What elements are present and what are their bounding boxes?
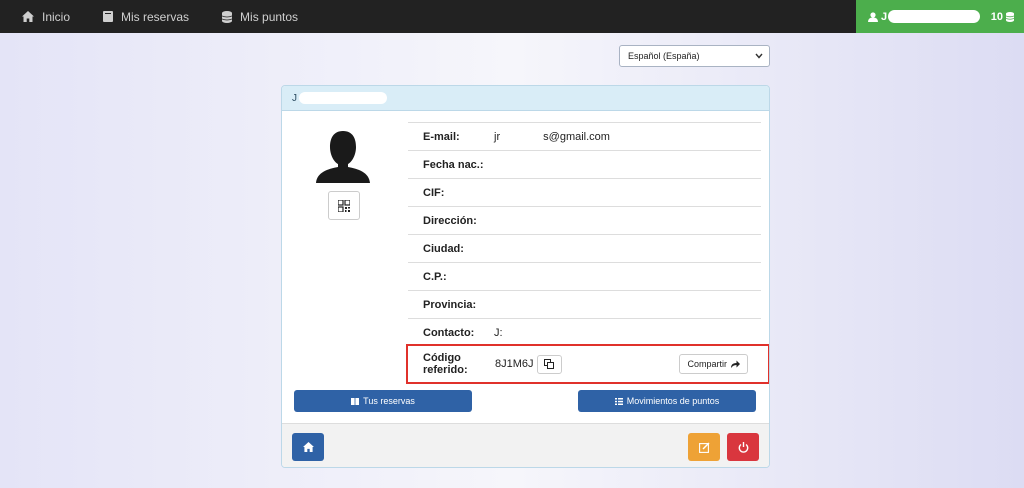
language-selected: Español (España) xyxy=(628,51,700,61)
share-button[interactable]: Compartir xyxy=(679,354,748,374)
nav-points[interactable]: Mis puntos xyxy=(200,0,309,33)
field-label: Ciudad: xyxy=(423,242,464,255)
field-label: E-mail: xyxy=(423,130,460,143)
referral-code: 8J1M6J xyxy=(495,358,534,370)
nav-home-label: Inicio xyxy=(42,9,71,24)
book-icon xyxy=(351,397,360,405)
field-label: C.P.: xyxy=(423,270,447,283)
field-label: Fecha nac.: xyxy=(423,158,484,171)
field-email: E-mail: jr s@gmail.com xyxy=(408,122,761,150)
home-icon xyxy=(302,442,314,452)
copy-icon xyxy=(544,359,555,369)
redacted-profile-name xyxy=(299,92,387,104)
share-label: Compartir xyxy=(687,359,727,369)
field-value: J: xyxy=(494,326,503,339)
user-points-value: 10 xyxy=(990,10,1003,23)
nav-home[interactable]: Inicio xyxy=(0,0,81,33)
home-icon xyxy=(22,11,34,22)
field-birthdate: Fecha nac.: xyxy=(408,150,761,178)
nav-reservations[interactable]: Mis reservas xyxy=(81,0,200,33)
field-value: jr s@gmail.com xyxy=(494,130,610,143)
copy-code-button[interactable] xyxy=(536,354,562,374)
book-icon xyxy=(103,11,114,22)
referral-label: Código referido: xyxy=(423,352,468,376)
field-label: Dirección: xyxy=(423,214,477,227)
nav-reservations-label: Mis reservas xyxy=(121,9,190,24)
home-button[interactable] xyxy=(292,433,324,461)
user-menu[interactable]: J 10 xyxy=(856,0,1024,33)
field-label: Contacto: xyxy=(423,326,475,339)
language-select[interactable]: Español (España) xyxy=(619,45,770,67)
redacted-username xyxy=(888,10,981,23)
user-icon xyxy=(868,11,878,22)
field-city: Ciudad: xyxy=(408,234,761,262)
profile-info-table: E-mail: jr s@gmail.com Fecha nac.: CIF: … xyxy=(408,122,761,346)
qr-code-button[interactable] xyxy=(328,191,360,220)
list-icon xyxy=(614,397,623,405)
coins-icon xyxy=(1006,11,1014,22)
my-reservations-button[interactable]: Tus reservas xyxy=(294,390,472,412)
my-reservations-label: Tus reservas xyxy=(363,396,415,406)
avatar xyxy=(316,131,370,183)
profile-panel: J E-mail: jr s@gmail.com Fecha nac.: CIF… xyxy=(281,85,770,468)
chevron-down-icon xyxy=(755,53,763,59)
panel-footer xyxy=(282,423,769,467)
coins-icon xyxy=(222,10,233,23)
profile-name-initial: J xyxy=(292,92,297,104)
top-navbar: Inicio Mis reservas Mis puntos J 10 xyxy=(0,0,1024,33)
user-initial: J xyxy=(881,10,888,23)
nav-points-label: Mis puntos xyxy=(240,9,299,24)
field-address: Dirección: xyxy=(408,206,761,234)
share-arrow-icon xyxy=(731,360,740,368)
field-postal-code: C.P.: xyxy=(408,262,761,290)
field-cif: CIF: xyxy=(408,178,761,206)
field-province: Provincia: xyxy=(408,290,761,318)
power-icon xyxy=(738,441,748,453)
user-points: 10 xyxy=(991,0,1014,33)
edit-icon xyxy=(698,442,709,453)
logout-button[interactable] xyxy=(727,433,759,461)
profile-panel-header: J xyxy=(282,86,769,111)
referral-code-row: Código referido: 8J1M6J Compartir xyxy=(406,344,769,384)
field-label: CIF: xyxy=(423,186,445,199)
points-movements-button[interactable]: Movimientos de puntos xyxy=(578,390,756,412)
field-label: Provincia: xyxy=(423,298,477,311)
edit-profile-button[interactable] xyxy=(688,433,720,461)
field-contact: Contacto: J: xyxy=(408,318,761,346)
points-movements-label: Movimientos de puntos xyxy=(626,396,720,406)
qr-code-icon xyxy=(338,199,350,212)
